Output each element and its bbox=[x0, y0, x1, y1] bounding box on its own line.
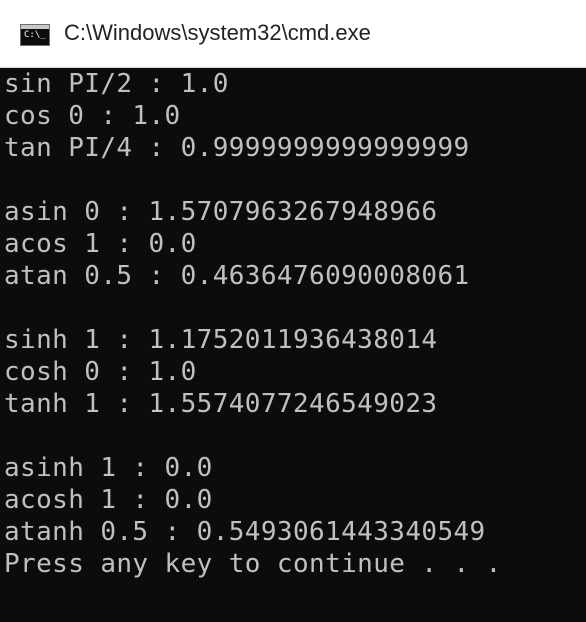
console-line: cosh 0 : 1.0 bbox=[4, 357, 197, 387]
console-line: asin 0 : 1.5707963267948966 bbox=[4, 197, 438, 227]
console-line: acos 1 : 0.0 bbox=[4, 229, 197, 259]
console-line: tan PI/4 : 0.9999999999999999 bbox=[4, 133, 470, 163]
console-line: tanh 1 : 1.5574077246549023 bbox=[4, 389, 438, 419]
console-line: acosh 1 : 0.0 bbox=[4, 485, 213, 515]
window-title: C:\Windows\system32\cmd.exe bbox=[64, 20, 371, 45]
console-line: cos 0 : 1.0 bbox=[4, 101, 181, 131]
icon-title-strip bbox=[21, 25, 49, 29]
title-bar[interactable]: C:\_ C:\Windows\system32\cmd.exe bbox=[0, 0, 586, 68]
console-output[interactable]: sin PI/2 : 1.0 cos 0 : 1.0 tan PI/4 : 0.… bbox=[0, 68, 586, 622]
console-line: asinh 1 : 0.0 bbox=[4, 453, 213, 483]
press-any-key-prompt: Press any key to continue . . . bbox=[4, 549, 502, 579]
icon-prompt-glyph: C:\_ bbox=[24, 30, 46, 40]
console-line: sinh 1 : 1.1752011936438014 bbox=[4, 325, 438, 355]
cmd-window: C:\_ C:\Windows\system32\cmd.exe sin PI/… bbox=[0, 0, 586, 622]
console-line: sin PI/2 : 1.0 bbox=[4, 69, 229, 99]
cmd-console-icon[interactable]: C:\_ bbox=[20, 24, 50, 46]
console-line: atan 0.5 : 0.4636476090008061 bbox=[4, 261, 470, 291]
console-line: atanh 0.5 : 0.5493061443340549 bbox=[4, 517, 486, 547]
